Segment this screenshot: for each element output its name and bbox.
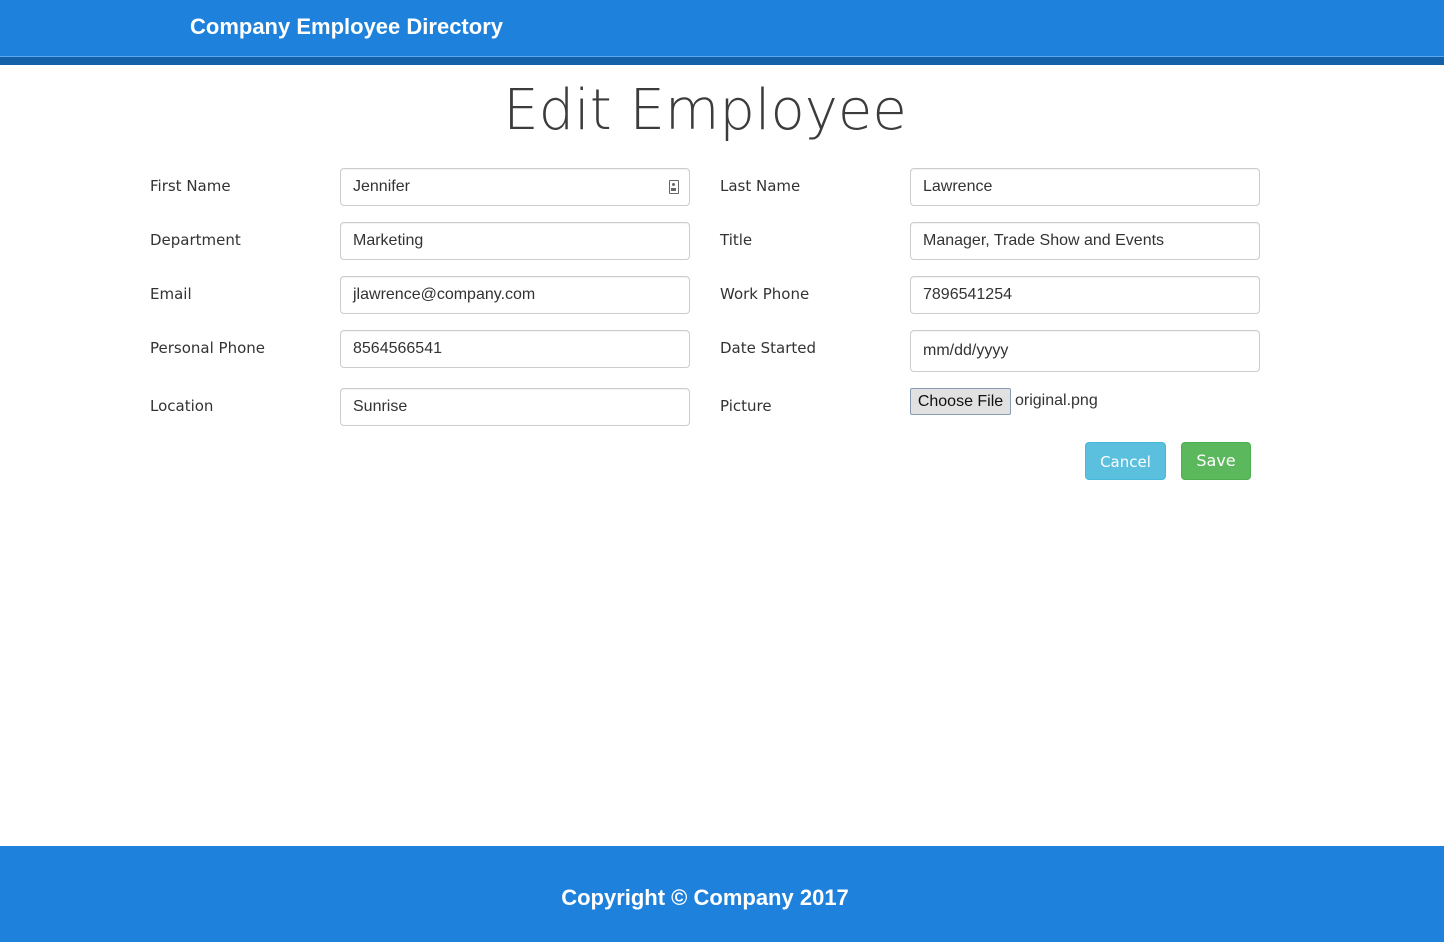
date-started-placeholder: mm/dd/yyyy (923, 342, 1009, 359)
personal-phone-value: 8564566541 (353, 340, 442, 357)
footer-copyright: Copyright © Company 2017 (561, 885, 849, 910)
brand-title[interactable]: Company Employee Directory (190, 14, 503, 40)
personal-phone-label: Personal Phone (150, 339, 265, 357)
location-label: Location (150, 397, 214, 415)
first-name-value: Jennifer (353, 178, 410, 195)
chosen-file-name: original.png (1015, 392, 1098, 409)
personal-phone-input[interactable]: 8564566541 (340, 330, 690, 368)
last-name-label: Last Name (720, 177, 801, 195)
first-name-input[interactable]: Jennifer (340, 168, 690, 206)
header-stripe (0, 57, 1444, 65)
contact-card-icon[interactable] (669, 180, 679, 194)
first-name-label: First Name (150, 177, 231, 195)
title-input[interactable]: Manager, Trade Show and Events (910, 222, 1260, 260)
title-value: Manager, Trade Show and Events (923, 232, 1165, 249)
email-label: Email (150, 285, 192, 303)
department-input[interactable]: Marketing (340, 222, 690, 260)
work-phone-value: 7896541254 (923, 286, 1012, 303)
department-label: Department (150, 231, 241, 249)
department-value: Marketing (353, 232, 424, 249)
date-started-label: Date Started (720, 339, 817, 357)
email-input[interactable]: jlawrence@company.com (340, 276, 690, 314)
page-title: Edit Employee (503, 78, 907, 143)
choose-file-button[interactable]: Choose File (910, 388, 1011, 415)
location-input[interactable]: Sunrise (340, 388, 690, 426)
date-started-input[interactable]: mm/dd/yyyy (910, 330, 1260, 372)
last-name-value: Lawrence (923, 178, 993, 195)
save-button[interactable]: Save (1181, 442, 1251, 480)
last-name-input[interactable]: Lawrence (910, 168, 1260, 206)
picture-label: Picture (720, 397, 772, 415)
title-label: Title (720, 231, 753, 249)
work-phone-input[interactable]: 7896541254 (910, 276, 1260, 314)
email-value: jlawrence@company.com (353, 286, 536, 303)
location-value: Sunrise (353, 398, 408, 415)
cancel-button[interactable]: Cancel (1085, 442, 1166, 480)
work-phone-label: Work Phone (720, 285, 810, 303)
header-bar: Company Employee Directory (0, 0, 1444, 57)
